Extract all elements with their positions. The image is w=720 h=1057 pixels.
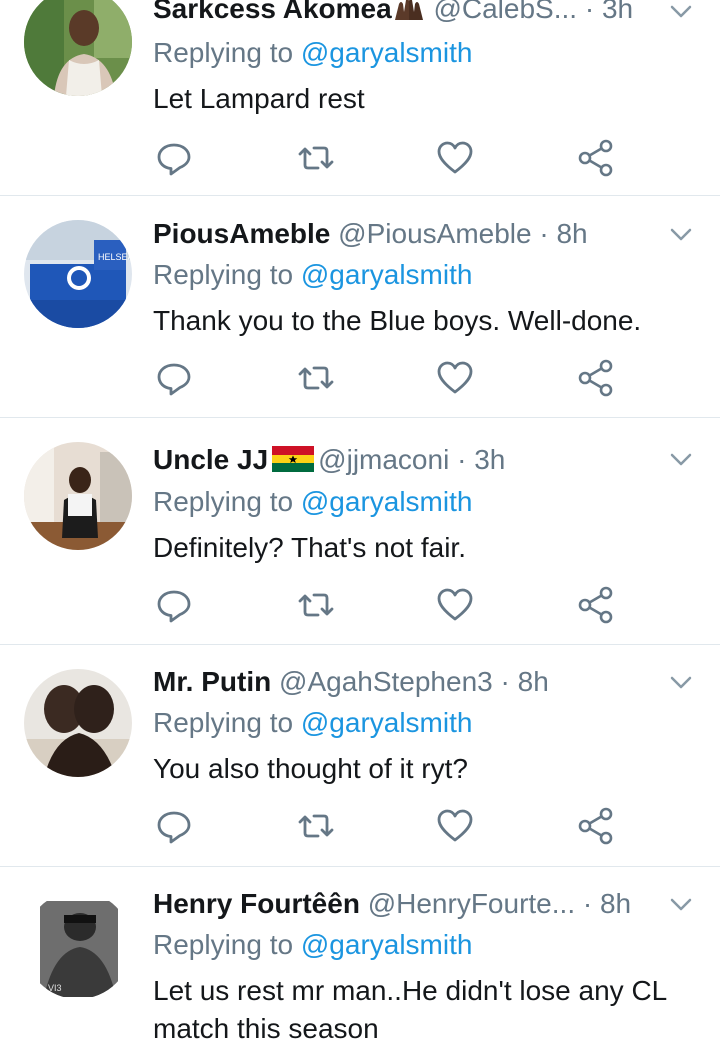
share-icon[interactable] [576,138,616,178]
reply-icon[interactable] [154,138,194,178]
mention-link[interactable]: @garyalsmith [301,929,473,960]
reply-feed: Sarkcess Akomea @CalebS... · 3h Replying… [0,0,720,1057]
tweet-header: Sarkcess Akomea @CalebS... · 3h [153,0,650,26]
tweet-header: Mr. Putin @AgahStephen3 · 8h [153,665,650,699]
share-icon[interactable] [576,806,616,846]
avatar[interactable]: VI3 [24,891,132,999]
replying-to: Replying to @garyalsmith [153,36,472,70]
separator-dot: · [577,0,602,24]
timestamp[interactable]: 8h [518,666,549,697]
chevron-down-icon[interactable] [664,0,698,28]
svg-text:HELSEA: HELSEA [98,252,132,262]
separator-dot: · [575,888,600,919]
like-icon[interactable] [435,585,475,625]
retweet-icon[interactable] [296,138,336,178]
tweet-actions [0,138,720,178]
chevron-down-icon[interactable] [664,217,698,251]
replying-prefix: Replying to [153,486,301,517]
timestamp[interactable]: 8h [600,888,631,919]
tweet-text: Let Lampard rest [153,83,365,114]
tweet-actions [0,358,720,398]
mention-link[interactable]: @garyalsmith [301,37,473,68]
timestamp[interactable]: 8h [556,218,587,249]
tweet-header: PiousAmeble @PiousAmeble · 8h [153,217,650,251]
replying-prefix: Replying to [153,929,301,960]
svg-text:VI3: VI3 [48,983,62,993]
tweet-header: Uncle JJ @jjmaconi · 3h [153,443,650,477]
reply-icon[interactable] [154,806,194,846]
tweet[interactable]: Uncle JJ @jjmaconi · 3h Replying to @gary… [0,418,720,645]
share-icon[interactable] [576,585,616,625]
handle[interactable]: @HenryFourte... [368,888,575,919]
tweet-text: Definitely? That's not fair. [153,532,466,563]
handle[interactable]: @jjmaconi [318,444,449,475]
handle[interactable]: @CalebS... [433,0,577,24]
like-icon[interactable] [435,806,475,846]
separator-dot: · [492,666,518,697]
retweet-icon[interactable] [296,806,336,846]
tweet-header: Henry Fourtêên @HenryFourte... · 8h [153,887,650,921]
like-icon[interactable] [435,358,475,398]
ghana-flag-emoji-icon [272,446,315,472]
chevron-down-icon[interactable] [664,442,698,476]
display-name[interactable]: Uncle JJ [153,444,268,475]
tweet[interactable]: HELSEA PiousAmeble @PiousAmeble · 8h Rep… [0,196,720,418]
timestamp[interactable]: 3h [602,0,633,24]
retweet-icon[interactable] [296,585,336,625]
mention-link[interactable]: @garyalsmith [301,259,473,290]
mention-link[interactable]: @garyalsmith [301,707,473,738]
tweet[interactable]: Sarkcess Akomea @CalebS... · 3h Replying… [0,0,720,196]
replying-to: Replying to @garyalsmith [153,258,472,292]
share-icon[interactable] [576,358,616,398]
handle[interactable]: @AgahStephen3 [279,666,493,697]
tweet-text: Thank you to the Blue boys. Well-done. [153,305,642,336]
display-name[interactable]: Sarkcess Akomea [153,0,392,24]
handle[interactable]: @PiousAmeble [338,218,531,249]
tweet-text: You also thought of it ryt? [153,753,468,784]
avatar[interactable]: HELSEA [24,220,132,328]
separator-dot: · [449,444,475,475]
separator-dot: · [531,218,557,249]
replying-to: Replying to @garyalsmith [153,706,472,740]
replying-prefix: Replying to [153,259,301,290]
display-name[interactable]: Mr. Putin [153,666,271,697]
mention-link[interactable]: @garyalsmith [301,486,473,517]
avatar[interactable] [24,669,132,777]
avatar[interactable] [24,0,132,96]
display-name[interactable]: Henry Fourtêên [153,888,360,919]
tweet-actions [0,806,720,846]
like-icon[interactable] [435,138,475,178]
timestamp[interactable]: 3h [474,444,505,475]
chevron-down-icon[interactable] [664,665,698,699]
display-name[interactable]: PiousAmeble [153,218,330,249]
tweet-actions [0,585,720,625]
replying-to: Replying to @garyalsmith [153,928,472,962]
reply-icon[interactable] [154,358,194,398]
chevron-down-icon[interactable] [664,887,698,921]
tweet-text: Let us rest mr man..He didn't lose any C… [153,975,667,1044]
replying-prefix: Replying to [153,707,301,738]
tweet[interactable]: VI3 Henry Fourtêên @HenryFourte... · 8h … [0,867,720,1057]
replying-to: Replying to @garyalsmith [153,485,472,519]
retweet-icon[interactable] [296,358,336,398]
avatar[interactable] [24,442,132,550]
replying-prefix: Replying to [153,37,301,68]
reply-icon[interactable] [154,585,194,625]
raised-hands-emoji-icon [392,0,426,22]
tweet[interactable]: Mr. Putin @AgahStephen3 · 8h Replying to… [0,645,720,867]
